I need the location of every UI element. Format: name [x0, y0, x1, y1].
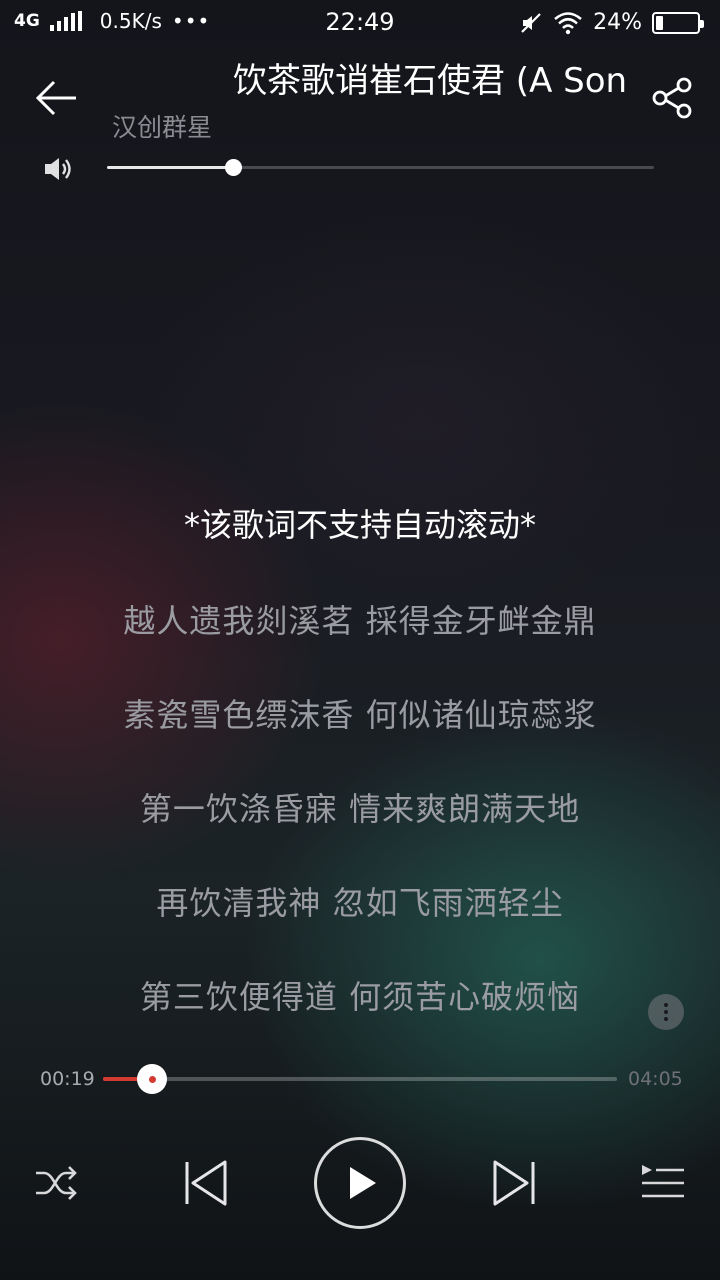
lyric-line: 越人遗我剡溪茗 採得金牙衅金鼎: [123, 602, 597, 640]
next-button[interactable]: [488, 1155, 544, 1211]
volume-button[interactable]: [42, 154, 74, 184]
play-button[interactable]: [314, 1137, 406, 1229]
back-button[interactable]: [30, 72, 82, 124]
volume-fill: [107, 166, 233, 169]
volume-slider[interactable]: [107, 159, 654, 176]
play-icon: [350, 1167, 376, 1199]
wifi-icon: [554, 11, 582, 34]
shuffle-icon: [36, 1166, 77, 1200]
status-bar: 4G 0.5K/s ••• 22:49 24%: [0, 0, 720, 46]
battery-percent: 24%: [593, 10, 642, 35]
playlist-icon: [642, 1165, 684, 1198]
lyrics-notice: *该歌词不支持自动滚动*: [183, 506, 536, 544]
skip-previous-icon: [185, 1160, 227, 1206]
share-icon: [652, 77, 692, 119]
share-button[interactable]: [646, 72, 698, 124]
seek-bar[interactable]: [103, 1064, 617, 1094]
artist-name: 汉创群星: [112, 113, 213, 142]
shuffle-button[interactable]: [28, 1158, 84, 1208]
more-vertical-icon[interactable]: [648, 994, 684, 1030]
battery-icon: [652, 11, 704, 34]
song-title: 饮茶歌诮崔石使君 (A Song of Tea): [233, 61, 625, 101]
previous-button[interactable]: [176, 1155, 232, 1211]
playlist-button[interactable]: [636, 1158, 690, 1208]
lyric-line: 再饮清我神 忽如飞雨洒轻尘: [156, 884, 564, 922]
lyric-line: 第三饮便得道 何须苦心破烦恼: [139, 978, 581, 1016]
status-right: 24%: [519, 10, 704, 35]
mute-icon: [521, 12, 541, 33]
lyric-line: 第一饮涤昏寐 情来爽朗满天地: [139, 790, 581, 828]
skip-next-icon: [493, 1160, 535, 1206]
seek-knob[interactable]: [137, 1064, 168, 1094]
arrow-left-icon: [35, 80, 76, 116]
speaker-icon: [45, 158, 71, 180]
volume-knob[interactable]: [224, 159, 242, 176]
battery-fill: [656, 15, 663, 30]
total-time: 04:05: [628, 1068, 683, 1090]
lyric-line: 素瓷雪色缥沫香 何似诸仙琼蕊浆: [123, 696, 597, 734]
current-time: 00:19: [40, 1068, 95, 1090]
